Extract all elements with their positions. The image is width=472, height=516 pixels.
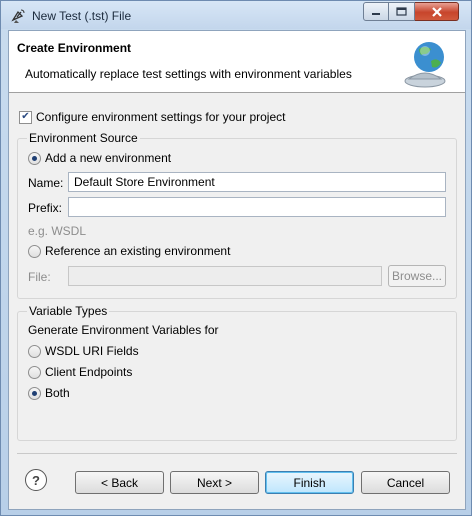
prefix-label: Prefix:	[28, 201, 63, 215]
wsdl-uri-fields-radio[interactable]	[28, 344, 41, 358]
window-title: New Test (.tst) File	[32, 9, 132, 23]
close-icon	[431, 6, 442, 17]
configure-environment-checkbox-row[interactable]: ✔ Configure environment settings for you…	[19, 110, 285, 124]
client-endpoints-label: Client Endpoints	[45, 365, 133, 379]
name-field[interactable]: Default Store Environment	[68, 172, 446, 192]
both-label: Both	[45, 386, 70, 400]
both-radio[interactable]	[28, 386, 41, 400]
footer-divider	[17, 453, 457, 454]
close-window-button[interactable]	[415, 2, 459, 21]
cancel-button[interactable]: Cancel	[361, 471, 450, 494]
prefix-field[interactable]	[68, 197, 446, 217]
configure-environment-label: Configure environment settings for your …	[36, 110, 286, 124]
file-field[interactable]	[68, 266, 382, 286]
minimize-icon	[372, 12, 380, 15]
help-button[interactable]: ?	[25, 469, 47, 491]
environment-source-title: Environment Source	[27, 131, 140, 145]
reference-environment-radio[interactable]	[28, 244, 41, 258]
add-new-environment-radio[interactable]	[28, 151, 41, 165]
file-label: File:	[28, 270, 51, 284]
page-title: Create Environment	[17, 41, 132, 55]
maximize-button[interactable]	[389, 2, 415, 21]
page-description: Automatically replace test settings with…	[25, 67, 352, 81]
finish-button[interactable]: Finish	[265, 471, 354, 494]
wizard-panel: Create Environment Automatically replace…	[8, 30, 466, 510]
name-label: Name:	[28, 176, 64, 190]
globe-environment-icon	[404, 42, 446, 88]
prefix-hint: e.g. WSDL	[28, 224, 87, 238]
add-new-environment-radio-row[interactable]: Add a new environment	[28, 151, 171, 165]
next-button[interactable]: Next >	[170, 471, 259, 494]
satellite-dish-icon	[11, 9, 25, 23]
variable-types-intro: Generate Environment Variables for	[28, 323, 219, 337]
reference-environment-radio-row[interactable]: Reference an existing environment	[28, 244, 230, 258]
browse-button[interactable]: Browse...	[388, 265, 446, 287]
wizard-header: Create Environment Automatically replace…	[9, 31, 465, 93]
configure-environment-checkbox[interactable]: ✔	[19, 110, 32, 124]
minimize-button[interactable]	[363, 2, 389, 21]
reference-environment-label: Reference an existing environment	[45, 244, 231, 258]
client-endpoints-radio-row[interactable]: Client Endpoints	[28, 365, 132, 379]
client-endpoints-radio[interactable]	[28, 365, 41, 379]
variable-types-title: Variable Types	[27, 304, 110, 318]
dialog-window: New Test (.tst) File Create Environment …	[0, 0, 472, 516]
add-new-environment-label: Add a new environment	[45, 151, 172, 165]
maximize-icon	[396, 7, 407, 16]
title-bar[interactable]: New Test (.tst) File	[1, 1, 471, 29]
wsdl-uri-fields-label: WSDL URI Fields	[45, 344, 139, 358]
back-button[interactable]: < Back	[75, 471, 164, 494]
wsdl-uri-fields-radio-row[interactable]: WSDL URI Fields	[28, 344, 139, 358]
both-radio-row[interactable]: Both	[28, 386, 70, 400]
help-icon: ?	[32, 472, 40, 488]
